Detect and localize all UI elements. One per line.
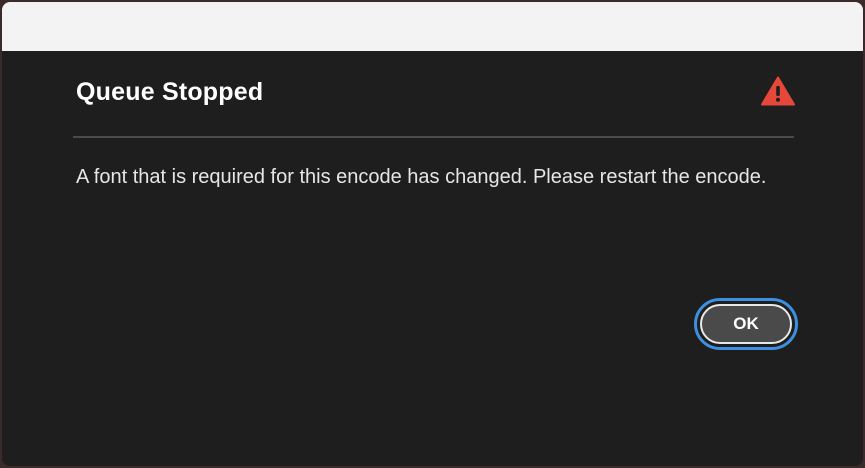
dialog-title: Queue Stopped <box>76 78 264 106</box>
title-divider <box>73 136 794 138</box>
warning-triangle-icon <box>761 76 795 106</box>
window-titlebar[interactable] <box>2 2 863 51</box>
ok-button[interactable]: OK <box>700 304 792 344</box>
dialog-message: A font that is required for this encode … <box>76 166 767 188</box>
dialog-body <box>2 51 863 466</box>
dialog-window: Queue Stopped A font that is required fo… <box>2 2 863 466</box>
